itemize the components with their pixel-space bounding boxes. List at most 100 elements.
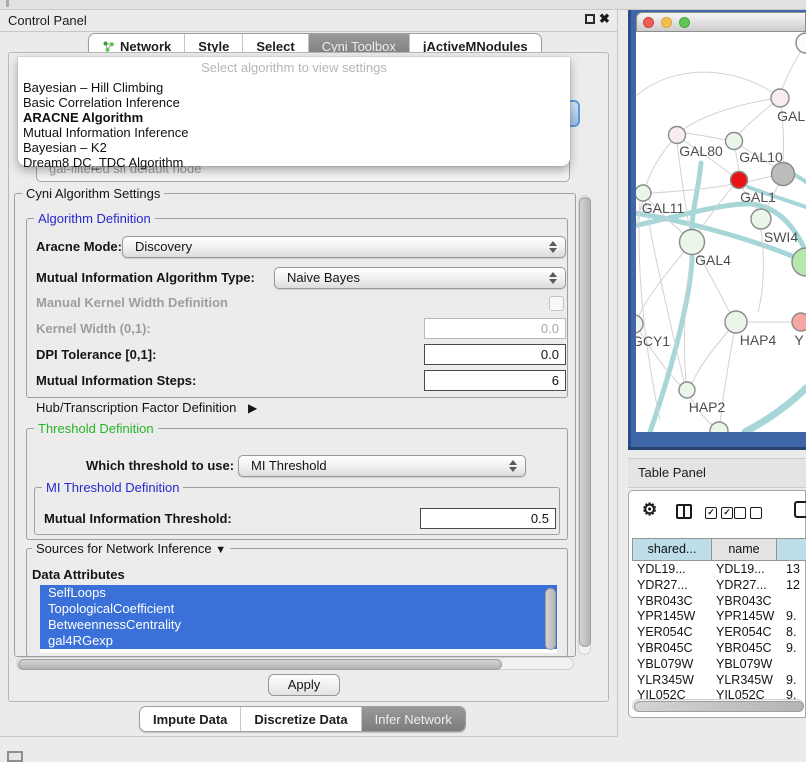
- kernel-width-field[interactable]: 0.0: [424, 318, 566, 339]
- tab-impute-data[interactable]: Impute Data: [140, 707, 240, 731]
- table-cell: YBR045C: [716, 641, 772, 657]
- tab-label: Infer Network: [375, 712, 452, 727]
- which-threshold-combo[interactable]: MI Threshold: [238, 455, 526, 477]
- algorithm-item[interactable]: Bayesian – K2: [18, 140, 570, 155]
- aracne-mode-combo[interactable]: Discovery: [122, 236, 566, 258]
- which-threshold-value: MI Threshold: [251, 458, 327, 473]
- network-node[interactable]: [772, 163, 795, 186]
- show-columns-icon[interactable]: ✓ ✓: [705, 507, 733, 519]
- dropdown-placeholder: Select algorithm to view settings: [18, 57, 570, 79]
- sources-title: Sources for Network Inference: [36, 541, 212, 556]
- network-icon: [102, 40, 115, 53]
- mi-threshold-field[interactable]: 0.5: [420, 508, 556, 529]
- manual-kernel-checkbox[interactable]: [549, 296, 564, 311]
- table-row[interactable]: YBR043CYBR043C: [630, 594, 806, 610]
- network-node[interactable]: [669, 127, 686, 144]
- node-label: GAL10: [739, 149, 783, 165]
- table-row[interactable]: YPR145WYPR145W9.: [630, 609, 806, 625]
- algorithm-item[interactable]: Dream8 DC_TDC Algorithm: [18, 155, 570, 170]
- tab-discretize-data[interactable]: Discretize Data: [240, 707, 360, 731]
- window-close-button[interactable]: [643, 17, 654, 28]
- column-header-col2[interactable]: [777, 538, 806, 561]
- column-header-shared-[interactable]: shared...: [632, 538, 712, 561]
- table-row[interactable]: YDL19...YDL19...13: [630, 562, 806, 578]
- network-node[interactable]: [679, 382, 695, 398]
- mi-threshold-title: MI Threshold Definition: [42, 480, 183, 495]
- panel-grip[interactable]: [6, 0, 9, 7]
- network-node[interactable]: [726, 133, 743, 150]
- network-node[interactable]: [636, 185, 651, 201]
- column-header-name[interactable]: name: [712, 538, 777, 561]
- table-row[interactable]: YDR27...YDR27...12: [630, 578, 806, 594]
- table-cell: YDR27...: [637, 578, 688, 594]
- attribute-item[interactable]: BetweennessCentrality: [40, 617, 557, 633]
- network-node[interactable]: [636, 315, 643, 333]
- table-row[interactable]: YBR045CYBR045C9.: [630, 641, 806, 657]
- window-zoom-button[interactable]: [679, 17, 690, 28]
- float-icon[interactable]: [585, 14, 595, 24]
- hub-section-toggle[interactable]: Hub/Transcription Factor Definition ▶: [36, 399, 257, 417]
- attribute-item[interactable]: TopologicalCoefficient: [40, 601, 557, 617]
- table-row[interactable]: YER054CYER054C8.: [630, 625, 806, 641]
- apply-button[interactable]: Apply: [268, 674, 340, 696]
- new-table-icon[interactable]: [794, 501, 806, 518]
- node-label: GAL11: [642, 200, 685, 216]
- table-hscrollbar-thumb[interactable]: [634, 701, 804, 712]
- expand-right-icon: ▶: [248, 401, 257, 415]
- table-cell: 9.: [786, 673, 796, 689]
- network-edge: [651, 184, 733, 193]
- network-edge: [692, 330, 729, 383]
- network-window-titlebar[interactable]: [636, 12, 806, 32]
- table-cell: YLR345W: [716, 673, 773, 689]
- algorithm-item[interactable]: ARACNE Algorithm: [18, 110, 570, 125]
- node-label: Y: [794, 332, 804, 348]
- mi-steps-label: Mutual Information Steps:: [36, 372, 196, 390]
- table-row[interactable]: YLR345WYLR345W9.: [630, 673, 806, 689]
- network-node[interactable]: [751, 209, 771, 229]
- mini-panel-grip[interactable]: [7, 751, 23, 762]
- settings-vscrollbar-thumb[interactable]: [579, 197, 591, 647]
- network-node[interactable]: [731, 172, 748, 189]
- algorithm-item[interactable]: Mutual Information Inference: [18, 125, 570, 140]
- network-node[interactable]: [796, 33, 806, 53]
- sources-title-toggle[interactable]: Sources for Network Inference ▼: [32, 541, 230, 556]
- table-cell: 9.: [786, 609, 796, 625]
- network-canvas[interactable]: GAL7GAL80GAL10GAL1GAL11SWI4GAL4GCY1HAP4Y…: [636, 32, 806, 432]
- table-cell: 9.: [786, 641, 796, 657]
- algorithm-item[interactable]: Basic Correlation Inference: [18, 95, 570, 110]
- settings-gear-icon[interactable]: ⚙: [642, 500, 657, 520]
- attribute-item[interactable]: gal4RGexp: [40, 633, 557, 649]
- network-node[interactable]: [725, 311, 747, 333]
- node-label: HAP2: [689, 399, 726, 415]
- settings-hscrollbar-thumb[interactable]: [18, 659, 502, 670]
- tab-label: Impute Data: [153, 712, 227, 727]
- network-graph: GAL7GAL80GAL10GAL1GAL11SWI4GAL4GCY1HAP4Y…: [636, 32, 806, 432]
- network-node[interactable]: [680, 230, 705, 255]
- network-node[interactable]: [792, 313, 806, 331]
- table-cell: YDL19...: [637, 562, 686, 578]
- table-row[interactable]: YBL079WYBL079W: [630, 657, 806, 673]
- attributes-scrollbar-thumb[interactable]: [545, 588, 556, 650]
- close-icon[interactable]: ✖: [599, 11, 610, 27]
- columns-icon[interactable]: [676, 504, 692, 519]
- dpi-tolerance-field[interactable]: 0.0: [424, 344, 566, 365]
- aracne-mode-label: Aracne Mode:: [36, 238, 122, 256]
- stepper-icon: [509, 459, 518, 473]
- network-node[interactable]: [792, 248, 806, 276]
- attribute-item[interactable]: SelfLoops: [40, 585, 557, 601]
- manual-kernel-label: Manual Kernel Width Definition: [36, 294, 228, 312]
- network-edge: [795, 175, 806, 182]
- window-minimize-button[interactable]: [661, 17, 672, 28]
- mi-algorithm-combo[interactable]: Naive Bayes: [274, 267, 566, 289]
- algorithm-item[interactable]: Bayesian – Hill Climbing: [18, 80, 570, 95]
- table-cell: YER054C: [716, 625, 772, 641]
- network-node[interactable]: [710, 422, 728, 432]
- mi-steps-field[interactable]: 6: [424, 370, 566, 391]
- network-node[interactable]: [771, 89, 789, 107]
- tab-infer-network[interactable]: Infer Network: [361, 707, 465, 731]
- hide-columns-icon[interactable]: [734, 507, 762, 519]
- network-edge: [646, 141, 672, 186]
- threshold-definition-title: Threshold Definition: [34, 421, 158, 436]
- table-cell: YPR145W: [716, 609, 774, 625]
- table-cell: YER054C: [637, 625, 693, 641]
